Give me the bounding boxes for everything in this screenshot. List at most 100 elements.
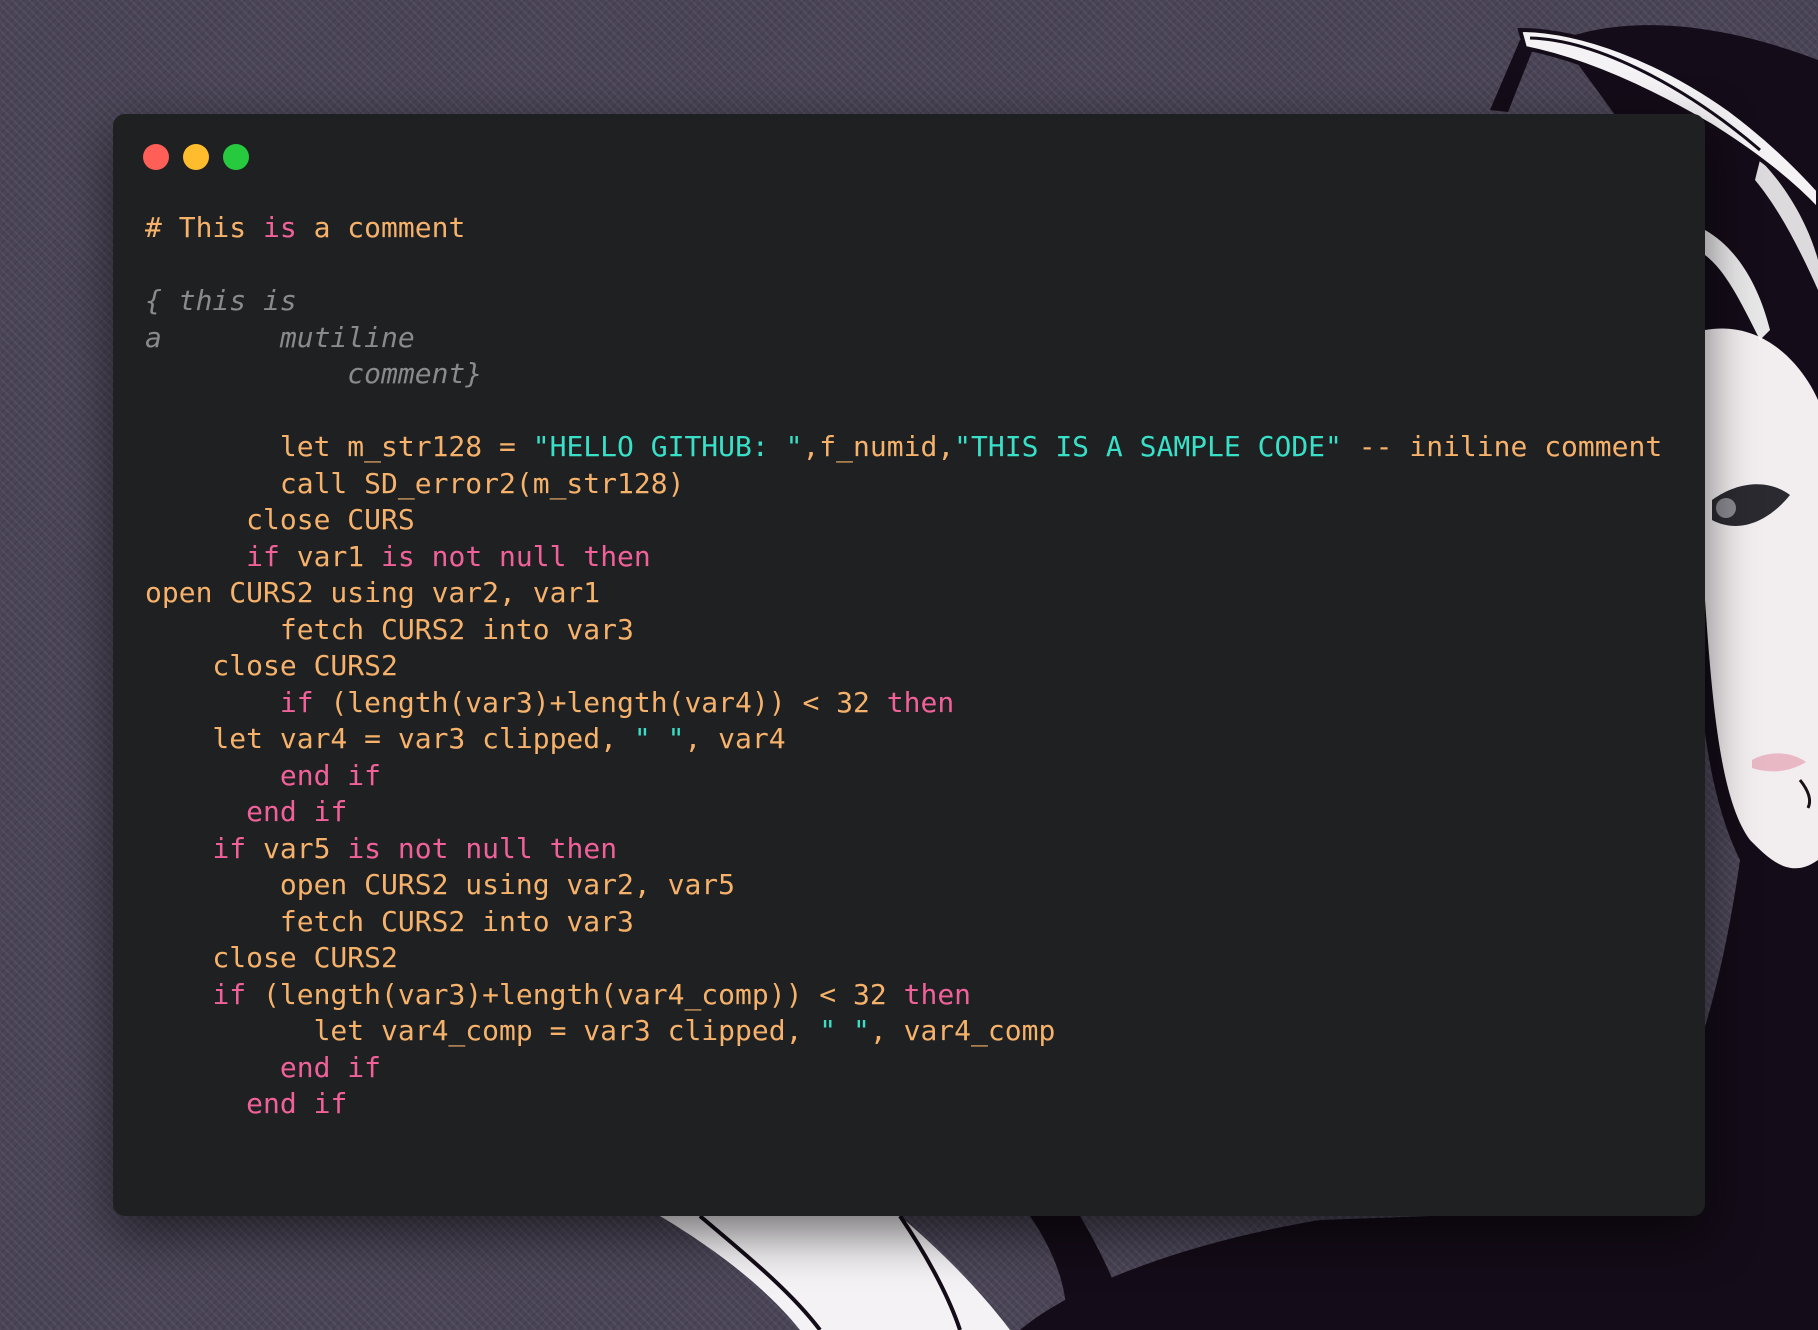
minimize-button[interactable] — [183, 144, 209, 170]
code-line: # This is a comment — [145, 210, 1685, 247]
code-token: open CURS2 using var2, var5 — [145, 868, 736, 901]
code-token: let var4 = var3 clipped, — [145, 722, 634, 755]
code-token: if — [246, 539, 280, 573]
window-controls — [143, 144, 249, 170]
close-button[interactable] — [143, 144, 169, 170]
code-token: fetch CURS2 into var3 — [145, 904, 634, 938]
code-token: close CURS2 — [145, 649, 398, 682]
maximize-button[interactable] — [223, 144, 249, 170]
code-token: " " — [819, 1014, 870, 1047]
code-token: let m_str128 = — [145, 430, 533, 463]
code-token: not — [397, 831, 449, 865]
code-token: null — [465, 831, 533, 865]
code-snippet-window: # This is a comment { this is a mutiline … — [113, 114, 1705, 1216]
code-line: end if — [145, 1086, 1685, 1123]
code-line: fetch CURS2 into var3 — [145, 612, 1685, 649]
code-token: then — [886, 685, 955, 719]
code-token: let var4_comp = var3 clipped, — [145, 1014, 820, 1047]
code-token: end — [279, 1050, 331, 1084]
code-token: if — [212, 977, 247, 1011]
code-line: let m_str128 = "HELLO GITHUB: ",f_numid,… — [145, 429, 1685, 466]
code-token: open CURS2 using var2, var1 — [145, 576, 601, 609]
code-token: var1 — [279, 539, 382, 573]
code-token: (length(var3)+length(var4)) < — [313, 685, 837, 719]
code-line: open CURS2 using var2, var5 — [145, 867, 1685, 904]
code-token: is — [263, 211, 297, 244]
code-token: if — [347, 758, 382, 792]
code-token: if — [313, 1087, 348, 1120]
code-token: if — [313, 795, 348, 828]
code-token: fetch CURS2 into var3 — [145, 612, 634, 646]
code-line: if var5 is not null then — [145, 831, 1685, 868]
code-line: a mutiline — [145, 320, 1685, 357]
code-token: comment} — [145, 357, 483, 390]
code-line: if (length(var3)+length(var4)) < 32 then — [145, 685, 1685, 722]
code-token: 32 — [853, 977, 887, 1011]
code-block: # This is a comment { this is a mutiline … — [145, 210, 1685, 1123]
code-token: # This — [145, 211, 264, 244]
code-line: open CURS2 using var2, var1 — [145, 575, 1685, 612]
code-token: close CURS — [145, 503, 415, 536]
code-token: { this is — [145, 284, 297, 317]
code-token: not — [431, 539, 483, 573]
code-token: " " — [633, 722, 685, 755]
code-line: close CURS2 — [145, 940, 1685, 977]
code-token: call SD_error2(m_str128) — [145, 466, 685, 500]
code-token: (length(var3)+length(var4_comp)) < — [246, 977, 854, 1011]
code-line: close CURS — [145, 502, 1685, 539]
code-line: end if — [145, 758, 1685, 795]
code-token: end — [246, 1087, 297, 1120]
code-token: 32 — [836, 685, 870, 719]
code-token: -- iniline comment — [1341, 430, 1663, 463]
code-token: if — [347, 1050, 382, 1084]
code-token: , var4_comp — [869, 1014, 1056, 1047]
code-line: if var1 is not null then — [145, 539, 1685, 576]
code-line: let var4 = var3 clipped, " ", var4 — [145, 721, 1685, 758]
code-token: , var4 — [684, 722, 786, 755]
code-token: then — [549, 831, 618, 865]
code-token: end — [246, 795, 297, 828]
code-line: call SD_error2(m_str128) — [145, 466, 1685, 503]
code-token: null — [499, 539, 567, 573]
code-token: ,f_numid, — [802, 430, 955, 463]
code-token: then — [583, 539, 651, 573]
code-line: if (length(var3)+length(var4_comp)) < 32… — [145, 977, 1685, 1014]
code-token: if — [279, 685, 314, 719]
code-line: comment} — [145, 356, 1685, 393]
code-token: if — [212, 831, 247, 865]
code-token: "HELLO GITHUB: " — [532, 430, 803, 463]
code-line: close CURS2 — [145, 648, 1685, 685]
code-token: var5 — [246, 831, 348, 865]
code-token: is — [381, 539, 415, 573]
code-line: let var4_comp = var3 clipped, " ", var4_… — [145, 1013, 1685, 1050]
code-token: "THIS IS A SAMPLE CODE" — [954, 430, 1342, 463]
code-line: end if — [145, 1050, 1685, 1087]
code-token: a mutiline — [145, 320, 415, 354]
code-token: then — [903, 977, 972, 1011]
code-line: end if — [145, 794, 1685, 831]
code-token: a comment — [296, 211, 466, 244]
code-line: { this is — [145, 283, 1685, 320]
code-token: end — [279, 758, 331, 792]
code-token: is — [347, 831, 382, 865]
